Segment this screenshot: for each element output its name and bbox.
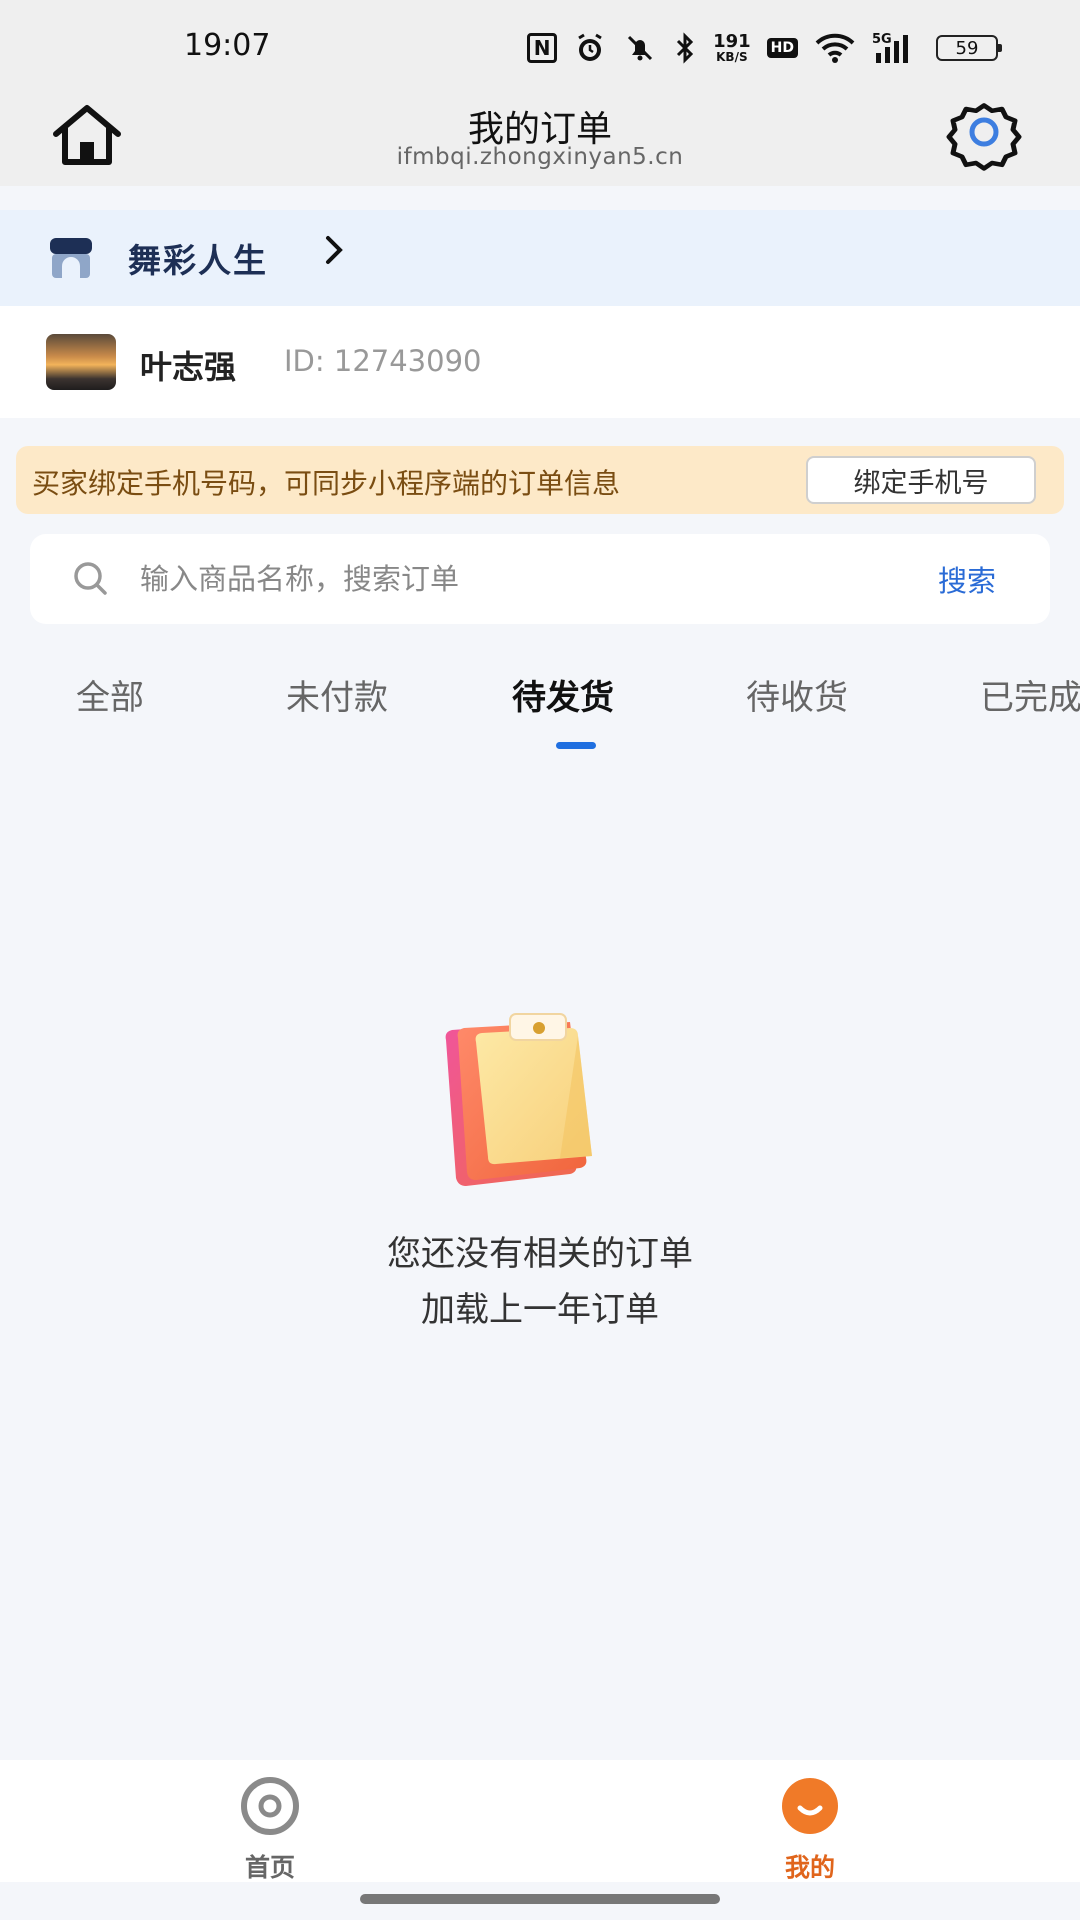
chevron-right-icon — [322, 232, 346, 277]
order-tabs: 全部 未付款 待发货 待收货 已完成 — [0, 660, 1080, 760]
tab-all[interactable]: 全部 — [76, 670, 144, 719]
shop-name: 舞彩人生 — [128, 241, 268, 280]
status-bar: 19:07 N 191 KB/S HD 5G 59 — [0, 0, 1080, 96]
bluetooth-icon — [673, 31, 697, 65]
active-tab-indicator — [556, 742, 596, 749]
store-icon — [50, 238, 92, 278]
settings-button[interactable] — [944, 100, 1024, 172]
nav-mine[interactable]: 我的 — [740, 1776, 880, 1882]
nav-home[interactable]: 首页 — [200, 1776, 340, 1882]
app-header: 我的订单 ifmbqi.zhongxinyan5.cn — [0, 96, 1080, 186]
empty-message: 您还没有相关的订单 — [387, 1234, 693, 1274]
tab-unpaid[interactable]: 未付款 — [286, 670, 388, 719]
search-button[interactable]: 搜索 — [938, 558, 996, 600]
nfc-icon: N — [527, 33, 558, 63]
search-bar: 搜索 — [30, 534, 1050, 624]
alarm-icon — [573, 31, 607, 65]
search-icon — [74, 562, 107, 595]
page-url: ifmbqi.zhongxinyan5.cn — [396, 144, 684, 170]
status-icons: N 191 KB/S HD 5G 59 — [527, 28, 1002, 68]
user-info: 叶志强 ID: 12743090 — [0, 306, 1080, 418]
bottom-nav: 首页 我的 — [0, 1760, 1080, 1882]
notice-text: 买家绑定手机号码，可同步小程序端的订单信息 — [32, 467, 621, 500]
tab-completed[interactable]: 已完成 — [980, 670, 1080, 719]
svg-text:5G: 5G — [872, 32, 892, 47]
bind-phone-button[interactable]: 绑定手机号 — [806, 456, 1036, 504]
clipboard-icon — [445, 1013, 592, 1186]
cell-signal-icon: 5G — [872, 31, 920, 65]
search-input[interactable] — [140, 554, 700, 604]
user-id: ID: 12743090 — [284, 344, 482, 378]
home-target-icon — [241, 1777, 299, 1835]
battery-icon: 59 — [936, 35, 1002, 61]
tab-to-ship[interactable]: 待发货 — [512, 670, 614, 719]
smile-icon — [782, 1778, 838, 1834]
shop-entry[interactable]: 舞彩人生 — [0, 210, 1080, 306]
hd-badge: HD — [766, 38, 798, 58]
nav-mine-label: 我的 — [784, 1853, 835, 1882]
home-indicator[interactable] — [360, 1894, 720, 1904]
gear-icon — [946, 103, 1022, 171]
nav-home-label: 首页 — [244, 1853, 295, 1882]
avatar — [46, 334, 116, 390]
status-time: 19:07 — [184, 28, 271, 63]
mute-icon — [623, 31, 657, 65]
load-last-year-link[interactable]: 加载上一年订单 — [0, 1282, 1080, 1331]
user-name: 叶志强 — [140, 348, 237, 386]
tab-to-receive[interactable]: 待收货 — [746, 670, 848, 719]
net-rate: 191 KB/S — [713, 31, 751, 64]
wifi-icon — [814, 32, 856, 64]
bind-phone-notice: 买家绑定手机号码，可同步小程序端的订单信息 绑定手机号 — [16, 446, 1064, 514]
